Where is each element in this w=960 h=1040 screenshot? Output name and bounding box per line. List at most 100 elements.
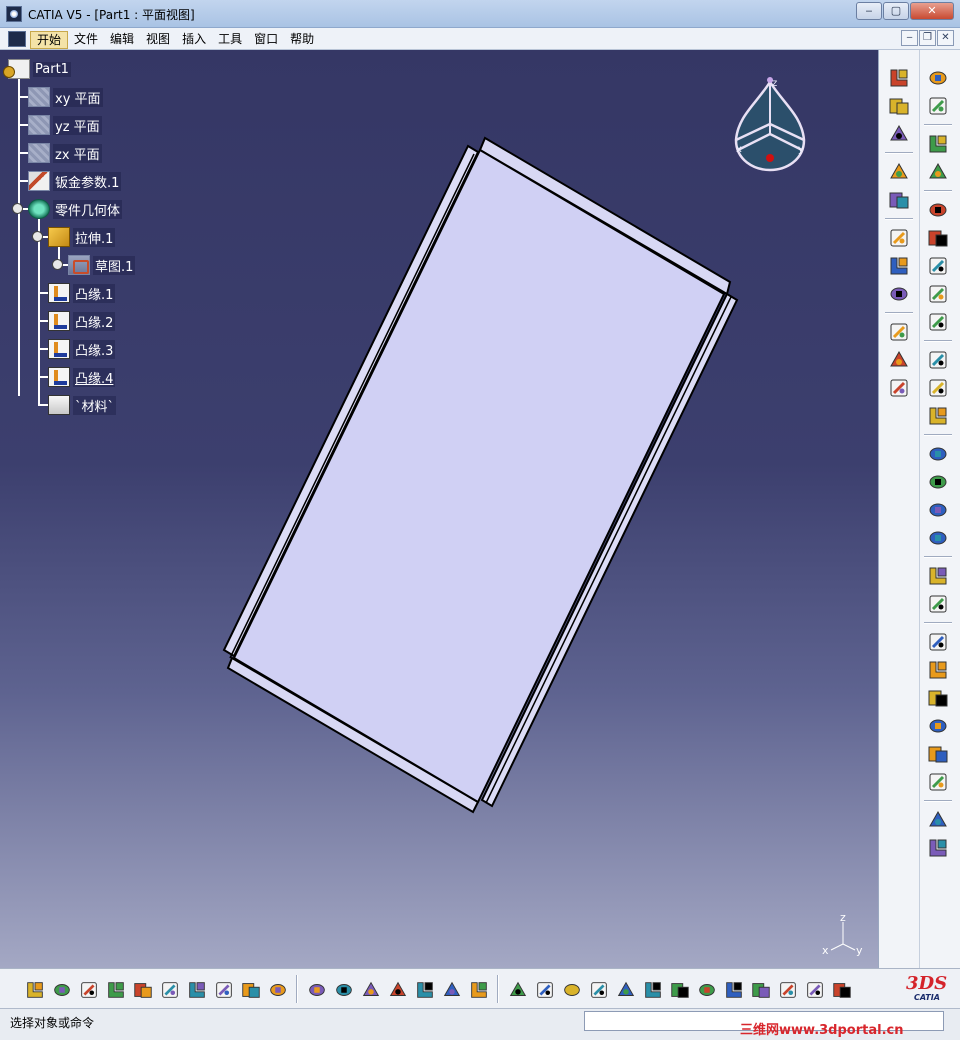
- tree-node[interactable]: 凸缘.4: [48, 366, 116, 388]
- compass-icon[interactable]: z x y: [734, 74, 806, 180]
- cancel-icon[interactable]: [926, 160, 950, 184]
- chamfer-icon[interactable]: [926, 470, 950, 494]
- save-icon[interactable]: [78, 979, 100, 1001]
- hide-show-icon[interactable]: [750, 979, 772, 1001]
- minimize-button[interactable]: ‒: [856, 2, 882, 20]
- tree-node[interactable]: 拉伸.1: [48, 226, 116, 248]
- tree-node[interactable]: `材料`: [48, 394, 117, 416]
- folding-icon[interactable]: [926, 498, 950, 522]
- view-icon[interactable]: [926, 808, 950, 832]
- menu-item[interactable]: 工具: [212, 31, 248, 49]
- cut-out-icon[interactable]: [926, 526, 950, 550]
- iso-view-icon[interactable]: [723, 979, 745, 1001]
- swap-icon[interactable]: [777, 979, 799, 1001]
- tree-node[interactable]: 钣金参数.1: [28, 170, 122, 192]
- multi-view-icon[interactable]: [696, 979, 718, 1001]
- menu-item[interactable]: 帮助: [284, 31, 320, 49]
- line-icon[interactable]: [887, 348, 911, 372]
- undo-icon[interactable]: [213, 979, 235, 1001]
- tree-node[interactable]: 凸缘.3: [48, 338, 116, 360]
- sheet-metal-part[interactable]: [0, 50, 878, 968]
- tree-node[interactable]: 凸缘.2: [48, 310, 116, 332]
- shading-icon[interactable]: [831, 979, 853, 1001]
- document-icon[interactable]: [8, 31, 26, 47]
- hole-icon[interactable]: [926, 630, 950, 654]
- normal-view-icon[interactable]: [669, 979, 691, 1001]
- tree-node[interactable]: yz 平面: [28, 114, 102, 136]
- walls-icon[interactable]: [887, 122, 911, 146]
- fit-all-icon[interactable]: [534, 979, 556, 1001]
- emboss-icon[interactable]: [926, 770, 950, 794]
- formula-icon[interactable]: [306, 979, 328, 1001]
- cut-icon[interactable]: [132, 979, 154, 1001]
- tree-node[interactable]: zx 平面: [28, 142, 102, 164]
- doc-minimize-button[interactable]: ‒: [901, 30, 918, 46]
- tree-node[interactable]: Part1: [3, 58, 71, 80]
- doc-restore-button[interactable]: ❐: [919, 30, 936, 46]
- tree-node[interactable]: 凸缘.1: [48, 282, 116, 304]
- arrow-icon[interactable]: [887, 254, 911, 278]
- tree-expand-toggle[interactable]: [32, 231, 43, 242]
- doc-close-button[interactable]: ✕: [937, 30, 954, 46]
- close-button[interactable]: ✕: [910, 2, 954, 20]
- plane-tool-icon[interactable]: [887, 376, 911, 400]
- knowledge-icon[interactable]: [360, 979, 382, 1001]
- fly-icon[interactable]: [507, 979, 529, 1001]
- flange-tool-icon[interactable]: [926, 254, 950, 278]
- menu-item[interactable]: 开始: [30, 31, 69, 49]
- menu-item[interactable]: 文件: [68, 31, 104, 49]
- parameters-icon[interactable]: [468, 979, 490, 1001]
- pan-icon[interactable]: [561, 979, 583, 1001]
- corner-icon[interactable]: [926, 442, 950, 466]
- extrude-tool-icon[interactable]: [926, 226, 950, 250]
- tree-node[interactable]: 草图.1: [68, 254, 136, 276]
- whats-this-icon[interactable]: [267, 979, 289, 1001]
- stamp-icon[interactable]: [926, 686, 950, 710]
- wall-edge-icon[interactable]: [926, 198, 950, 222]
- menu-item[interactable]: 插入: [176, 31, 212, 49]
- point-icon[interactable]: [887, 320, 911, 344]
- copy-icon[interactable]: [159, 979, 181, 1001]
- select-arrow-icon[interactable]: [926, 94, 950, 118]
- 3d-viewport[interactable]: Part1 xy 平面 yz 平面 zx 平面钣金参数.1 零件几何体拉伸.1 草图.1 凸…: [0, 50, 878, 968]
- circular-cutout-icon[interactable]: [926, 658, 950, 682]
- new-icon[interactable]: [24, 979, 46, 1001]
- recognize-icon[interactable]: [887, 94, 911, 118]
- comment-icon[interactable]: [333, 979, 355, 1001]
- lock-icon[interactable]: [441, 979, 463, 1001]
- tree-expand-toggle[interactable]: [52, 259, 63, 270]
- table-icon[interactable]: [387, 979, 409, 1001]
- zoom-out-icon[interactable]: [642, 979, 664, 1001]
- bend-icon[interactable]: [926, 348, 950, 372]
- flat-bend-icon[interactable]: [926, 376, 950, 400]
- tree-node[interactable]: xy 平面: [28, 86, 103, 108]
- mirror-icon[interactable]: [926, 592, 950, 616]
- maximize-button[interactable]: ▢: [883, 2, 909, 20]
- sketcher-icon[interactable]: [926, 66, 950, 90]
- tree-expand-toggle[interactable]: [12, 203, 23, 214]
- unfold-view-icon[interactable]: [887, 188, 911, 212]
- dimension-icon[interactable]: [887, 226, 911, 250]
- render-icon[interactable]: [804, 979, 826, 1001]
- menu-item[interactable]: 窗口: [248, 31, 284, 49]
- redo-icon[interactable]: [240, 979, 262, 1001]
- paste-icon[interactable]: [186, 979, 208, 1001]
- hem-icon[interactable]: [926, 282, 950, 306]
- sketch-plane-icon[interactable]: [926, 132, 950, 156]
- tree-icon[interactable]: [414, 979, 436, 1001]
- wall-icon[interactable]: [887, 160, 911, 184]
- menu-item[interactable]: 视图: [140, 31, 176, 49]
- open-icon[interactable]: [51, 979, 73, 1001]
- sketch-tool-icon[interactable]: [887, 282, 911, 306]
- save-dxf-icon[interactable]: [926, 836, 950, 860]
- louver-icon[interactable]: [926, 742, 950, 766]
- sheetmetal-params-tool-icon[interactable]: [887, 66, 911, 90]
- print-icon[interactable]: [105, 979, 127, 1001]
- unfold-icon[interactable]: [926, 404, 950, 428]
- zoom-in-icon[interactable]: [615, 979, 637, 1001]
- rotate-icon[interactable]: [588, 979, 610, 1001]
- catia-app-icon[interactable]: [6, 6, 22, 22]
- tree-node[interactable]: 零件几何体: [28, 198, 123, 220]
- transform-icon[interactable]: [926, 564, 950, 588]
- bead-icon[interactable]: [926, 714, 950, 738]
